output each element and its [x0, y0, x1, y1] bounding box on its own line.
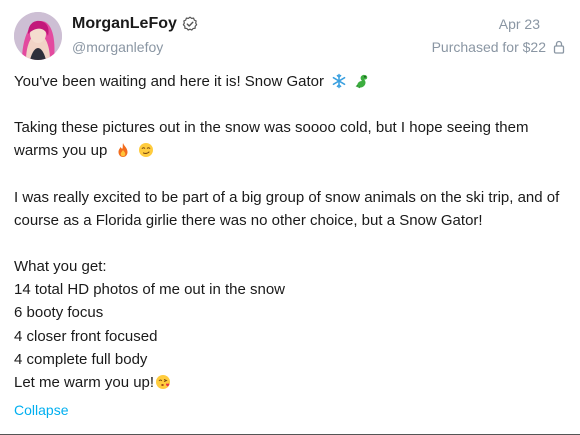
kiss-face-icon [155, 374, 171, 390]
post-date[interactable]: Apr 23 [499, 16, 540, 32]
author-handle[interactable]: @morganlefoy [72, 39, 163, 55]
author-name-row: MorganLeFoy [72, 15, 198, 33]
purchased-label: Purchased for $22 [431, 39, 546, 55]
post-header: MorganLeFoy @morganlefoy Apr 23 Purchase… [14, 12, 566, 64]
collapse-link[interactable]: Collapse [14, 402, 68, 418]
closing-line: Let me warm you up! [14, 371, 566, 394]
fire-icon [115, 142, 131, 158]
avatar[interactable] [14, 12, 62, 60]
dragon-icon [354, 73, 370, 89]
post-text-para3: I was really excited to be part of a big… [14, 186, 566, 232]
closing-text: Let me warm you up! [14, 374, 155, 392]
smirk-face-icon [138, 142, 154, 158]
author-display-name[interactable]: MorganLeFoy [72, 15, 177, 33]
post-text-intro: You've been waiting and here it is! Snow… [14, 70, 566, 93]
post-card: MorganLeFoy @morganlefoy Apr 23 Purchase… [0, 0, 580, 435]
purchased-status: Purchased for $22 [432, 39, 566, 55]
list-title: What you get: [14, 258, 107, 276]
list-item: 4 complete full body [14, 350, 148, 368]
para3-text: I was really excited to be part of a big… [14, 188, 560, 229]
list-item: 4 closer front focused [14, 327, 158, 345]
verified-badge-icon [182, 16, 198, 32]
intro-text: You've been waiting and here it is! Snow… [14, 73, 325, 90]
snowflake-icon [331, 73, 347, 89]
para2-text: Taking these pictures out in the snow wa… [14, 119, 529, 160]
list-item: 14 total HD photos of me out in the snow [14, 281, 285, 299]
post-body: You've been waiting and here it is! Snow… [14, 70, 566, 394]
post-text-para2: Taking these pictures out in the snow wa… [14, 116, 566, 162]
lock-icon [552, 40, 566, 54]
avatar-image [14, 12, 62, 60]
list-item: 6 booty focus [14, 304, 104, 322]
